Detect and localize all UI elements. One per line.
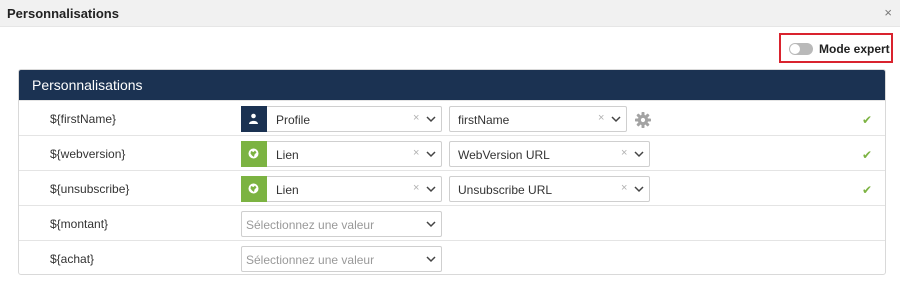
check-icon: ✔ [862, 148, 873, 162]
source-select-placeholder: Sélectionnez une valeur [246, 218, 375, 232]
variable-name: ${webversion} [50, 147, 126, 161]
user-icon [241, 106, 267, 132]
clear-icon[interactable]: × [413, 182, 419, 194]
variable-name: ${montant} [50, 217, 109, 231]
link-globe-icon [241, 176, 267, 202]
source-select-value: Lien [276, 183, 299, 197]
field-select[interactable]: WebVersion URL × [449, 141, 650, 167]
chevron-down-icon[interactable] [426, 221, 436, 228]
dialog-title-bar: Personnalisations × [0, 0, 900, 27]
source-select[interactable]: Sélectionnez une valeur [241, 246, 442, 272]
field-select-value: WebVersion URL [458, 148, 550, 162]
clear-icon[interactable]: × [413, 112, 419, 124]
expert-mode-container: Mode expert [779, 33, 893, 63]
expert-mode-label[interactable]: Mode expert [819, 42, 890, 56]
source-select[interactable]: Lien × [241, 141, 442, 167]
gear-icon[interactable] [635, 112, 651, 128]
check-icon: ✔ [862, 113, 873, 127]
table-row: ${montant} Sélectionnez une valeur [19, 205, 885, 240]
personalisations-panel: Personnalisations ${firstName} Profile ×… [18, 69, 886, 275]
check-icon: ✔ [862, 183, 873, 197]
field-select[interactable]: firstName × [449, 106, 627, 132]
source-select[interactable]: Profile × [241, 106, 442, 132]
chevron-down-icon[interactable] [426, 151, 436, 158]
variable-name: ${achat} [50, 252, 95, 266]
variable-name: ${firstName} [50, 112, 117, 126]
table-row: ${unsubscribe} Lien × Unsubscribe URL × … [19, 170, 885, 205]
chevron-down-icon[interactable] [634, 186, 644, 193]
source-select-placeholder: Sélectionnez une valeur [246, 253, 375, 267]
source-select-value: Profile [276, 113, 311, 127]
table-row: ${webversion} Lien × WebVersion URL × ✔ [19, 135, 885, 170]
chevron-down-icon[interactable] [426, 116, 436, 123]
clear-icon[interactable]: × [598, 112, 604, 124]
chevron-down-icon[interactable] [426, 186, 436, 193]
chevron-down-icon[interactable] [611, 116, 621, 123]
table-row: ${firstName} Profile × firstName × ✔ [19, 100, 885, 135]
field-select[interactable]: Unsubscribe URL × [449, 176, 650, 202]
expert-mode-toggle[interactable] [789, 43, 813, 55]
dialog-title: Personnalisations [7, 6, 119, 21]
clear-icon[interactable]: × [621, 182, 627, 194]
close-icon[interactable]: × [884, 6, 892, 20]
clear-icon[interactable]: × [413, 147, 419, 159]
toggle-knob [790, 44, 800, 54]
panel-header: Personnalisations [19, 70, 885, 100]
chevron-down-icon[interactable] [634, 151, 644, 158]
source-select[interactable]: Lien × [241, 176, 442, 202]
clear-icon[interactable]: × [621, 147, 627, 159]
link-globe-icon [241, 141, 267, 167]
source-select[interactable]: Sélectionnez une valeur [241, 211, 442, 237]
field-select-value: Unsubscribe URL [458, 183, 553, 197]
field-select-value: firstName [458, 113, 510, 127]
table-row: ${achat} Sélectionnez une valeur [19, 240, 885, 274]
chevron-down-icon[interactable] [426, 256, 436, 263]
source-select-value: Lien [276, 148, 299, 162]
variable-name: ${unsubscribe} [50, 182, 130, 196]
